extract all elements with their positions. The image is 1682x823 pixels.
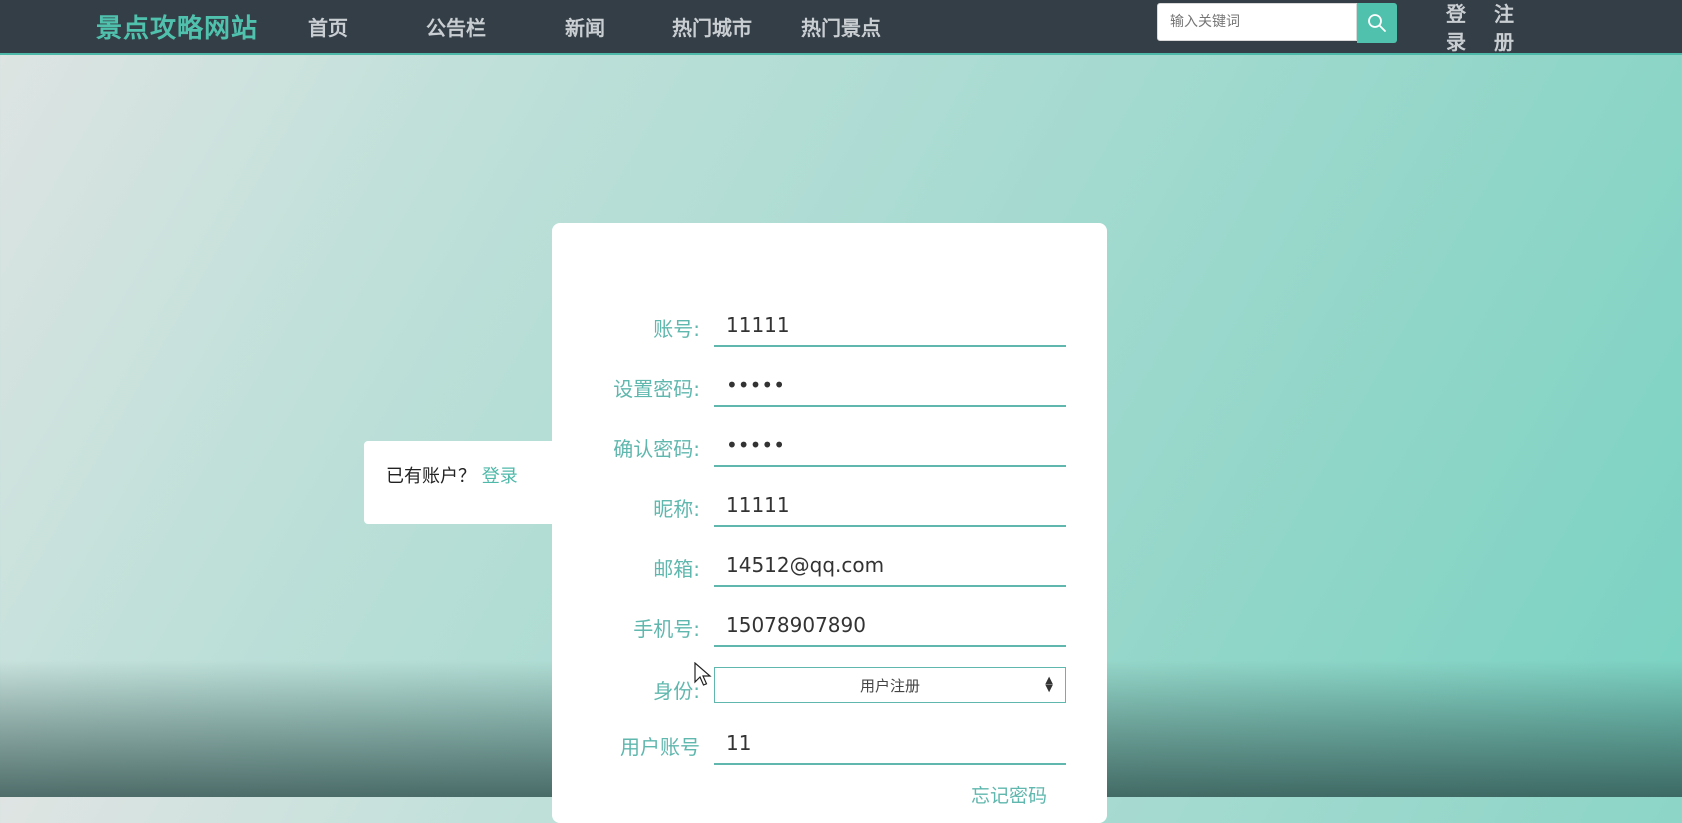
nav-notice-board[interactable]: 公告栏 xyxy=(426,12,486,41)
confirm-password-label: 确认密码: xyxy=(613,437,700,461)
user-account-row: 用户账号 xyxy=(552,723,1107,767)
forgot-password-link[interactable]: 忘记密码 xyxy=(971,781,1047,808)
email-label: 邮箱: xyxy=(653,557,700,581)
account-input[interactable] xyxy=(714,305,1066,347)
identity-select[interactable]: 用户注册 ▲ ▼ xyxy=(714,667,1066,703)
search-icon xyxy=(1368,14,1386,32)
identity-row: 身份: 用户注册 ▲ ▼ xyxy=(552,667,1107,711)
password-row: 设置密码: xyxy=(552,365,1107,409)
account-row: 账号: xyxy=(552,305,1107,349)
nav-hot-cities[interactable]: 热门城市 xyxy=(672,12,752,41)
nickname-label: 昵称: xyxy=(653,497,700,521)
nav-hot-attractions[interactable]: 热门景点 xyxy=(801,12,881,41)
email-input[interactable] xyxy=(714,545,1066,587)
password-input[interactable] xyxy=(714,365,1066,407)
nickname-row: 昵称: xyxy=(552,485,1107,529)
confirm-password-input[interactable] xyxy=(714,425,1066,467)
search-button[interactable] xyxy=(1357,3,1397,43)
nav-home[interactable]: 首页 xyxy=(308,12,348,41)
user-account-label: 用户账号 xyxy=(620,735,700,759)
phone-input[interactable] xyxy=(714,605,1066,647)
register-link[interactable]: 注册 xyxy=(1492,0,1516,56)
login-prompt-panel: 已有账户？ 登录 xyxy=(364,441,554,524)
login-link[interactable]: 登录 xyxy=(1444,0,1468,56)
user-account-input[interactable] xyxy=(714,723,1066,765)
identity-label: 身份: xyxy=(653,679,700,703)
side-login-link[interactable]: 登录 xyxy=(482,466,518,487)
have-account-text: 已有账户？ xyxy=(386,466,476,487)
register-form-card: 账号: 设置密码: 确认密码: 昵称: 邮箱: 手机号: 身份: 用户注册 ▲▼… xyxy=(552,223,1107,823)
identity-selected-value: 用户注册 xyxy=(859,676,920,695)
phone-row: 手机号: xyxy=(552,605,1107,649)
confirm-password-row: 确认密码: xyxy=(552,425,1107,469)
password-label: 设置密码: xyxy=(613,377,700,401)
email-row: 邮箱: xyxy=(552,545,1107,589)
site-logo[interactable]: 景点攻略网站 xyxy=(96,8,258,45)
nav-news[interactable]: 新闻 xyxy=(565,12,605,41)
account-label: 账号: xyxy=(653,317,700,341)
top-navbar: 景点攻略网站 首页 公告栏 新闻 热门城市 热门景点 登录 注册 xyxy=(0,0,1682,55)
search-input[interactable] xyxy=(1157,3,1357,41)
select-arrows-icon: ▲ ▼ xyxy=(1045,675,1053,694)
nickname-input[interactable] xyxy=(714,485,1066,527)
phone-label: 手机号: xyxy=(633,617,700,641)
